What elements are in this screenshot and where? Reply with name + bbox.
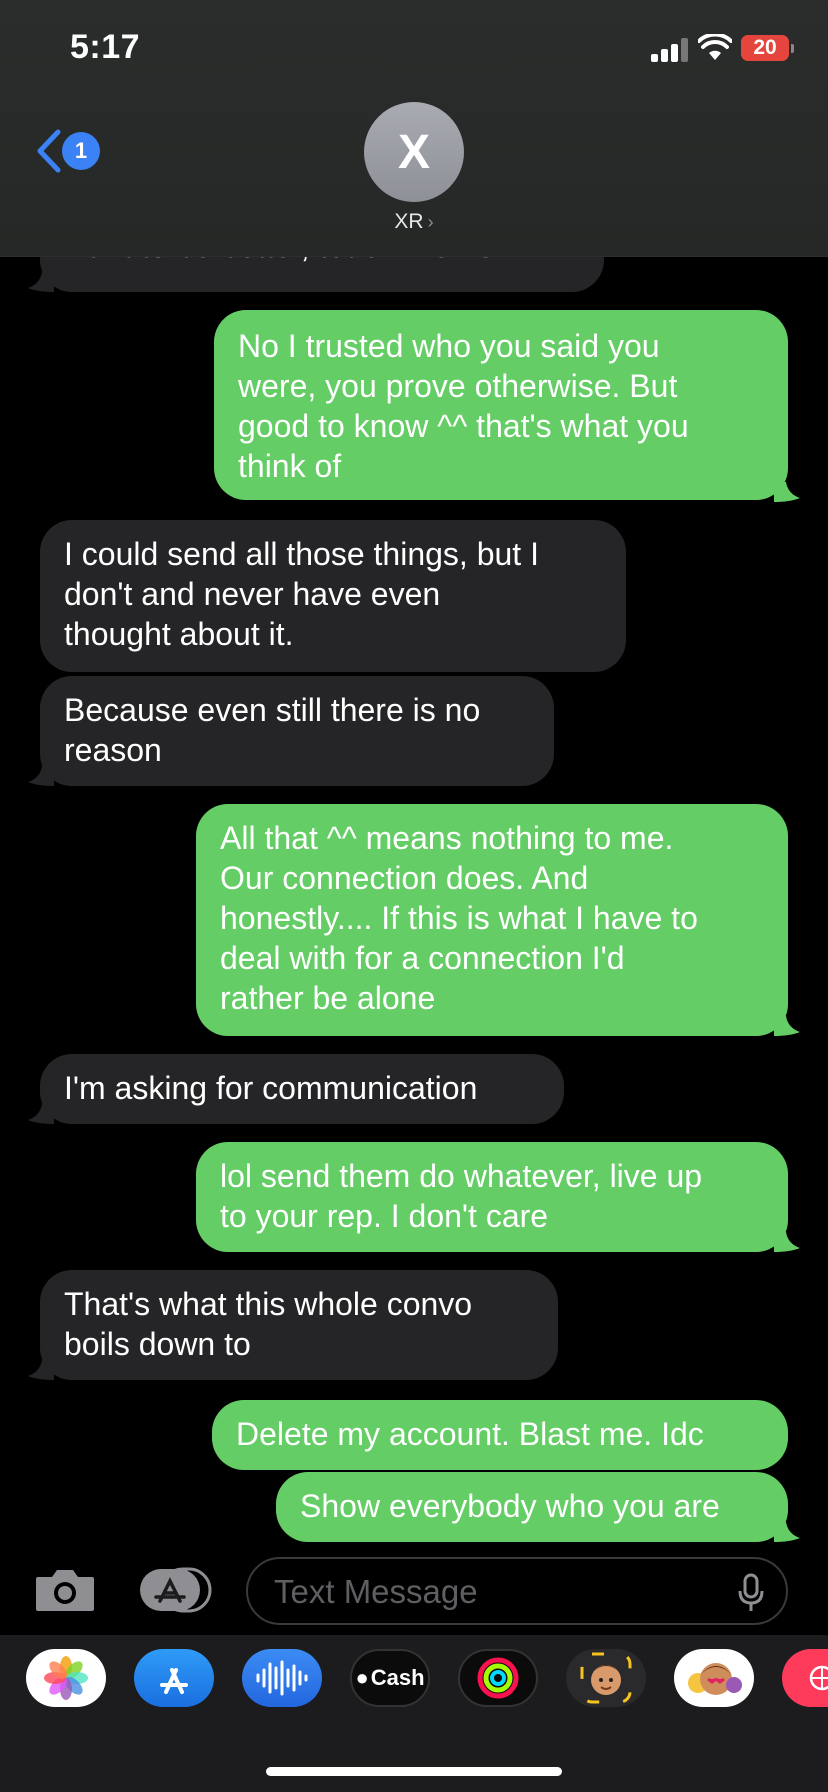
activity-app-button[interactable] [458, 1649, 538, 1707]
message-line: good to know ^^ that's what you [238, 408, 689, 444]
audio-message-icon [256, 1660, 308, 1696]
unread-badge: 1 [62, 132, 100, 170]
message-line: rather be alone [220, 980, 436, 1016]
microphone-icon[interactable] [738, 1573, 764, 1613]
bubble-tail [774, 1232, 800, 1252]
message-line: I could send all those things, but I [64, 536, 539, 572]
bubble-tail [774, 1016, 800, 1036]
chevron-left-icon [37, 129, 61, 173]
app-store-icon [160, 1668, 188, 1694]
apple-cash-icon: ● [355, 1665, 369, 1690]
battery-tip [791, 44, 794, 53]
back-button[interactable]: 1 [34, 128, 104, 174]
message-bubble-incoming[interactable]: I'm asking for communication [40, 1054, 564, 1124]
contact-name[interactable]: XR › [0, 210, 828, 234]
home-indicator[interactable] [266, 1767, 562, 1776]
camera-icon[interactable] [34, 1567, 96, 1613]
message-line: boils down to [64, 1326, 251, 1362]
message-bubble-outgoing[interactable]: Show everybody who you are [276, 1472, 788, 1542]
message-thread[interactable]: want to be better, teach me now. No I tr… [0, 200, 828, 1545]
bubble-tail [774, 1522, 800, 1542]
message-bubble-incoming[interactable]: That's what this whole convo boils down … [40, 1270, 558, 1380]
bubble-tail [28, 1104, 54, 1124]
message-bubble-outgoing[interactable]: No I trusted who you said you were, you … [214, 310, 788, 500]
compose-bar [0, 1545, 828, 1635]
status-time: 5:17 [70, 28, 141, 66]
message-line: I'm asking for communication [64, 1070, 478, 1106]
message-input[interactable] [272, 1559, 716, 1625]
message-line: honestly.... If this is what I have to [220, 900, 698, 936]
message-line: Show everybody who you are [300, 1488, 720, 1524]
app-store-icon[interactable] [138, 1567, 214, 1613]
audio-message-app-button[interactable] [242, 1649, 322, 1707]
message-bubble-incoming[interactable]: Because even still there is no reason [40, 676, 554, 786]
message-bubble-outgoing[interactable]: Delete my account. Blast me. Idc [212, 1400, 788, 1470]
activity-icon [477, 1657, 519, 1699]
message-line: All that ^^ means nothing to me. [220, 820, 674, 856]
contact-avatar[interactable]: X [364, 102, 464, 202]
message-line: lol send them do whatever, live up [220, 1158, 703, 1194]
battery-indicator: 20 [741, 35, 789, 61]
bubble-tail [774, 482, 800, 502]
bubble-tail [28, 1360, 54, 1380]
message-line: Delete my account. Blast me. Idc [236, 1416, 704, 1452]
photos-app-button[interactable] [26, 1649, 106, 1707]
message-line: don't and never have even [64, 576, 441, 612]
message-line: That's what this whole convo [64, 1286, 473, 1322]
message-line: were, you prove otherwise. But [238, 368, 678, 404]
cellular-signal-icon [651, 38, 689, 62]
message-bubble-incoming[interactable]: I could send all those things, but I don… [40, 520, 626, 672]
message-line: think of [238, 448, 342, 484]
app-store-app-button[interactable] [134, 1649, 214, 1707]
message-text-field[interactable] [246, 1557, 788, 1625]
message-line: thought about it. [64, 616, 294, 652]
message-line: Because even still there is no [64, 692, 481, 728]
message-bubble-outgoing[interactable]: All that ^^ means nothing to me. Our con… [196, 804, 788, 1036]
message-line: reason [64, 732, 162, 768]
apple-cash-label: Cash [370, 1665, 425, 1690]
message-line: Our connection does. And [220, 860, 589, 896]
conversation-header: 5:17 20 1 X XR › [0, 0, 828, 257]
animoji-icon [688, 1663, 742, 1695]
more-apps-button[interactable] [782, 1649, 828, 1707]
bubble-tail [28, 766, 54, 786]
message-line: No I trusted who you said you [238, 328, 660, 364]
bubble-tail [28, 272, 54, 292]
apple-cash-app-button[interactable]: ● Cash [350, 1649, 430, 1707]
imessage-app-drawer: ● Cash [0, 1635, 828, 1792]
animoji-app-button[interactable] [674, 1649, 754, 1707]
message-bubble-outgoing[interactable]: lol send them do whatever, live up to yo… [196, 1142, 788, 1252]
photos-icon [44, 1656, 88, 1700]
chevron-right-icon: › [427, 212, 434, 232]
more-apps-icon [809, 1665, 828, 1691]
wifi-icon [698, 34, 732, 60]
memoji-icon [580, 1652, 632, 1704]
message-line: deal with for a connection I'd [220, 940, 625, 976]
message-line: to your rep. I don't care [220, 1198, 549, 1234]
contact-name-label: XR [394, 210, 424, 233]
memoji-app-button[interactable] [566, 1649, 646, 1707]
